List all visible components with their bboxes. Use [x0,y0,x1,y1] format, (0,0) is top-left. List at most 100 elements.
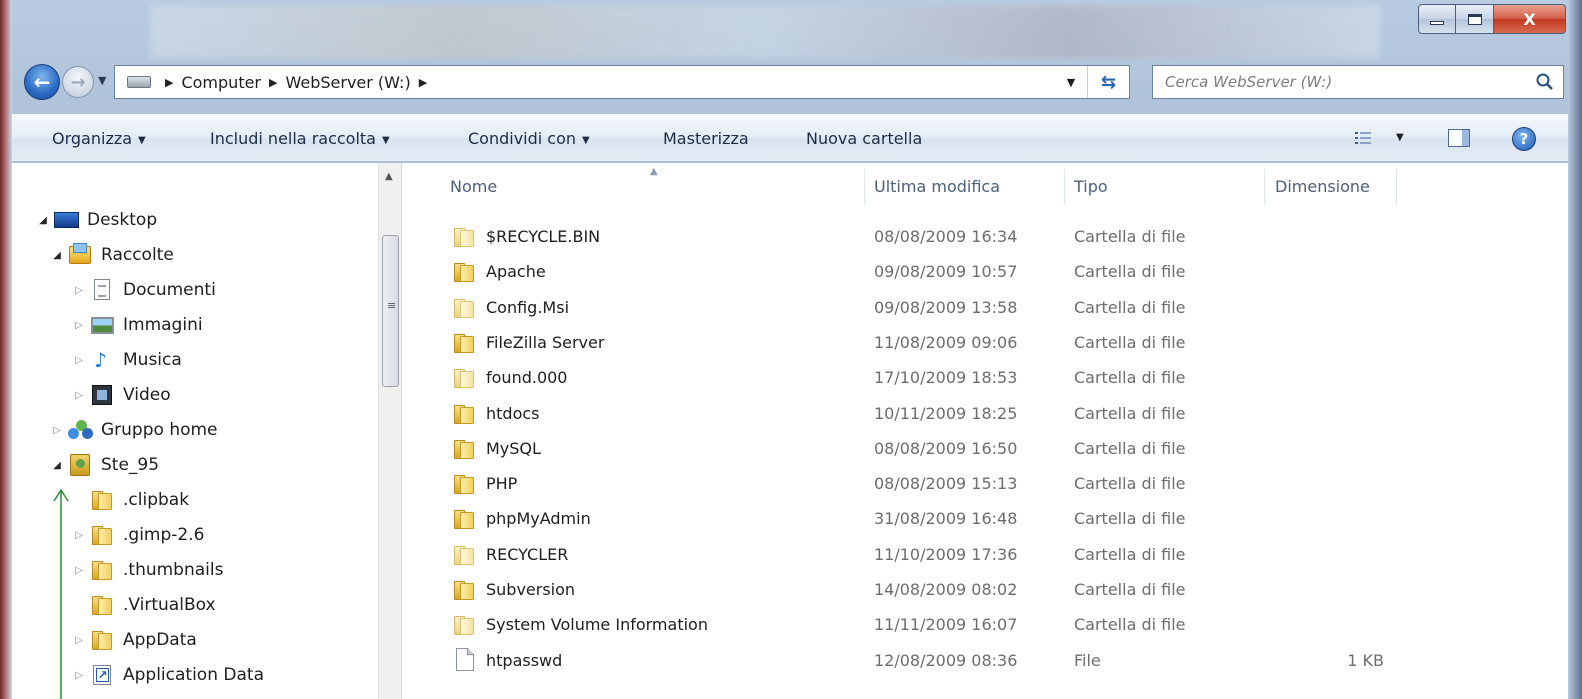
table-row[interactable]: phpMyAdmin 31/08/2009 16:48 Cartella di fi… [402,501,1568,536]
tree-item-ste-95[interactable]: ◢ Ste_95 [50,451,159,479]
search-input[interactable] [1165,67,1535,97]
file-size [1342,219,1384,254]
desktop-icon [54,209,80,231]
close-button[interactable]: X [1494,4,1566,34]
burn-label: Masterizza [663,129,749,148]
table-row[interactable]: PHP 08/08/2009 15:13 Cartella di file [402,466,1568,501]
table-row[interactable]: System Volume Information 11/11/2009 16:0… [402,607,1568,642]
expand-arrow-icon[interactable]: ▷ [72,285,86,296]
expand-arrow-icon[interactable]: ▷ [72,320,86,331]
table-row[interactable]: $RECYCLE.BIN 08/08/2009 16:34 Cartella di … [402,219,1568,254]
file-name: found.000 [486,368,568,388]
refresh-icon: ⇆ [1100,71,1117,93]
breadcrumb-computer[interactable]: Computer [181,73,261,92]
search-box[interactable] [1152,65,1564,99]
caption-buttons: X [1418,4,1566,34]
expand-arrow-icon[interactable]: ▷ [72,355,86,366]
scroll-up-arrow-icon[interactable]: ▲ [385,171,393,182]
collapse-arrow-icon[interactable]: ◢ [50,250,64,261]
new-folder-button[interactable]: Nuova cartella [806,129,922,148]
refresh-button[interactable]: ⇆ [1087,66,1129,98]
table-row[interactable]: FileZilla Server 11/08/2009 09:06 Cartella… [402,325,1568,360]
table-row[interactable]: Config.Msi 09/08/2009 13:58 Cartella di fi… [402,290,1568,325]
tree-item-musica[interactable]: ▷ ♪ Musica [72,346,182,374]
tree-item-gimp-2-6[interactable]: ▷ .gimp-2.6 [72,521,204,549]
file-type: Cartella di file [1074,297,1186,317]
address-bar[interactable]: ▶ Computer ▶ WebServer (W:) ▶ ▼ ⇆ [114,65,1130,99]
breadcrumb-webserver[interactable]: WebServer (W:) [285,73,410,92]
table-row[interactable]: htpasswd 12/08/2009 08:36 File 1 KB [402,643,1568,678]
tree-item-label: Immagini [123,315,203,335]
expand-arrow-icon[interactable]: ▷ [72,530,86,541]
recent-pages-dropdown[interactable]: ▼ [98,74,106,87]
expand-arrow-icon[interactable]: ▷ [72,565,86,576]
file-modified: 17/10/2009 18:53 [874,368,1018,388]
maximize-icon [1467,13,1482,25]
chevron-down-icon: ▼ [582,135,590,146]
documents-icon [90,279,116,301]
column-header-modified[interactable]: Ultima modifica [874,163,1000,209]
table-row[interactable]: Subversion 14/08/2009 08:02 Cartella di fi… [402,572,1568,607]
folder-icon [452,437,476,461]
collapse-arrow-icon[interactable]: ◢ [50,460,64,471]
column-divider[interactable] [1064,169,1065,205]
address-dropdown-button[interactable]: ▼ [1059,66,1083,98]
navigation-pane-scrollbar[interactable]: ▲ ≡ [378,163,402,699]
forward-button[interactable]: → [62,66,94,98]
homegroup-icon [68,419,94,441]
tree-item-clipbak[interactable]: .clipbak [72,486,189,514]
expand-arrow-icon[interactable]: ▷ [50,425,64,436]
tree-item-raccolte[interactable]: ◢ Raccolte [50,241,174,269]
tree-item-label: Video [123,385,171,405]
column-header-type[interactable]: Tipo [1074,163,1108,209]
tree-item-application-data[interactable]: ▷ Application Data [72,661,264,689]
maximize-button[interactable] [1456,4,1494,34]
column-divider[interactable] [1264,169,1265,205]
file-type: Cartella di file [1074,368,1186,388]
scrollbar-thumb[interactable]: ≡ [382,235,399,387]
column-header-name[interactable]: Nome [450,163,497,209]
view-options-dropdown[interactable]: ▼ [1396,132,1404,143]
tree-item-video[interactable]: ▷ Video [72,381,171,409]
tree-item-immagini[interactable]: ▷ Immagini [72,311,203,339]
burn-button[interactable]: Masterizza [663,129,749,148]
tree-item-appdata[interactable]: ▷ AppData [72,626,197,654]
back-button[interactable]: ← [24,64,60,100]
include-in-library-button[interactable]: Includi nella raccolta ▼ [210,129,390,148]
expand-arrow-icon[interactable]: ▷ [72,670,86,681]
tree-item-documenti[interactable]: ▷ Documenti [72,276,216,304]
close-icon: X [1523,9,1536,29]
chevron-right-icon[interactable]: ▶ [269,76,277,89]
tree-item-virtualbox[interactable]: .VirtualBox [72,591,216,619]
column-divider[interactable] [1396,169,1397,205]
column-header-size[interactable]: Dimensione [1275,163,1370,209]
sort-ascending-icon: ▲ [650,166,658,177]
table-row[interactable]: htdocs 10/11/2009 18:25 Cartella di file [402,396,1568,431]
folder-icon [452,225,476,249]
file-type: Cartella di file [1074,474,1186,494]
file-name: Subversion [486,580,576,599]
help-icon[interactable]: ? [1512,127,1536,151]
preview-pane-icon[interactable] [1448,129,1470,147]
table-row[interactable]: found.000 17/10/2009 18:53 Cartella di fil… [402,360,1568,395]
search-icon[interactable] [1535,72,1555,92]
minimize-button[interactable] [1418,4,1456,34]
table-row[interactable]: Apache 09/08/2009 10:57 Cartella di file [402,254,1568,289]
tree-item-gruppo-home[interactable]: ▷ Gruppo home [50,416,218,444]
expand-arrow-icon[interactable]: ▷ [72,635,86,646]
tree-item-label: .gimp-2.6 [123,525,205,545]
share-with-button[interactable]: Condividi con ▼ [468,129,590,148]
collapse-arrow-icon[interactable]: ◢ [36,215,50,226]
table-row[interactable]: MySQL 08/08/2009 16:50 Cartella di file [402,431,1568,466]
change-view-icon[interactable] [1354,130,1372,146]
file-size [1342,254,1384,289]
tree-item-thumbnails[interactable]: ▷ .thumbnails [72,556,223,584]
chevron-right-icon[interactable]: ▶ [165,76,173,89]
organize-menu-button[interactable]: Organizza ▼ [52,129,146,148]
tree-item-desktop[interactable]: ◢ Desktop [36,206,157,234]
column-divider[interactable] [864,169,865,205]
expand-arrow-icon[interactable]: ▷ [72,390,86,401]
table-row[interactable]: RECYCLER 11/10/2009 17:36 Cartella di file [402,537,1568,572]
chevron-right-icon[interactable]: ▶ [419,76,427,89]
folder-icon [452,260,476,284]
